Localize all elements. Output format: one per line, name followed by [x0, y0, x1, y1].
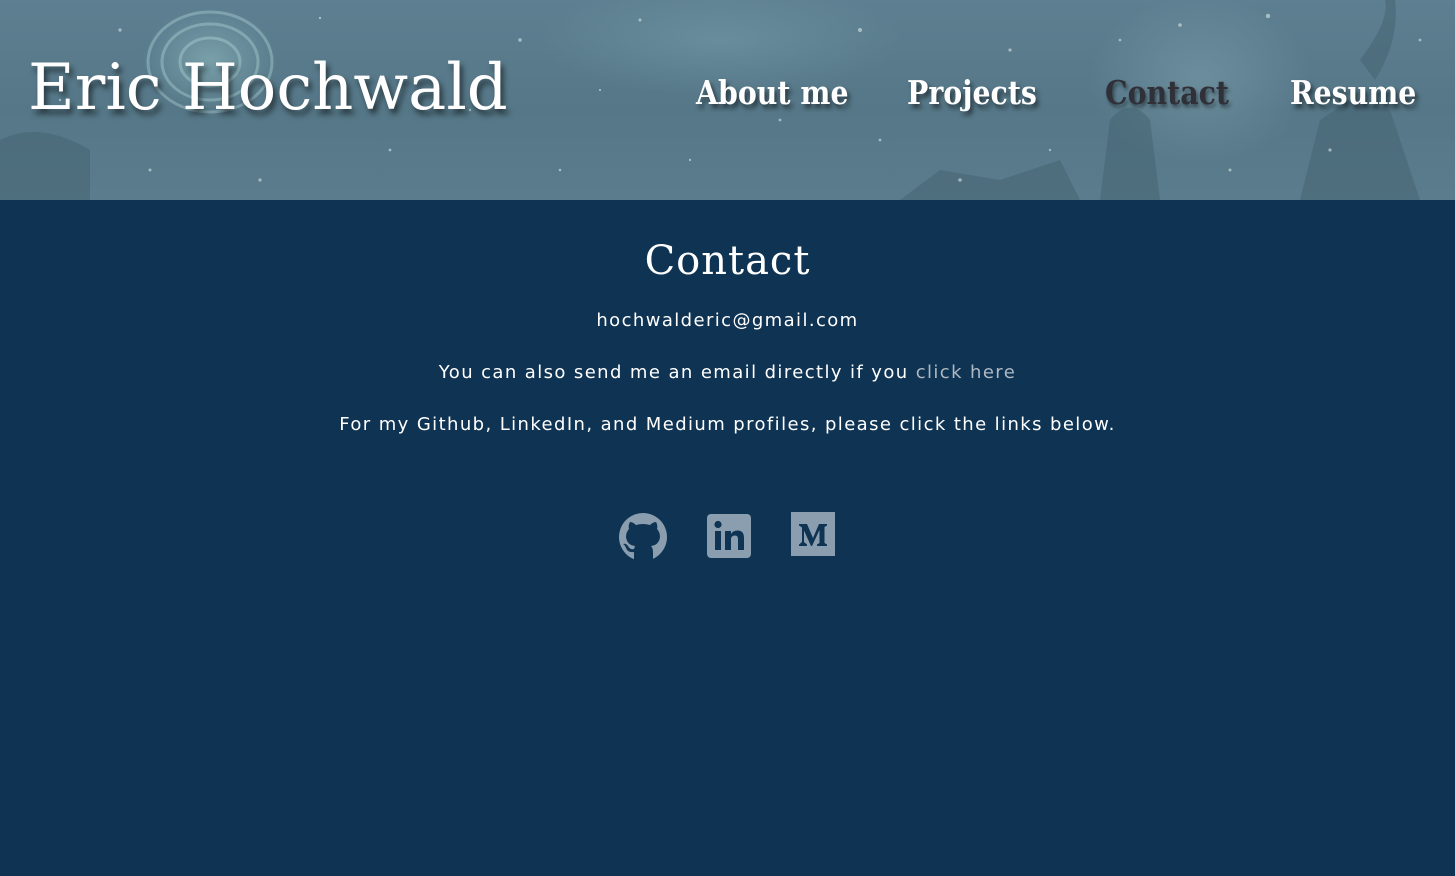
linkedin-icon	[707, 514, 751, 558]
profiles-text: For my Github, LinkedIn, and Medium prof…	[339, 414, 1116, 435]
send-email-text: You can also send me an email directly i…	[0, 361, 1455, 385]
click-here-link[interactable]: click here	[916, 362, 1017, 383]
medium-icon	[791, 512, 835, 556]
nav-projects[interactable]: Projects	[907, 70, 1037, 116]
email-address: hochwalderic@gmail.com	[596, 310, 859, 331]
nav-contact[interactable]: Contact	[1105, 70, 1229, 116]
medium-link[interactable]	[791, 512, 839, 562]
contact-section: Contact hochwalderic@gmail.com You can a…	[0, 200, 1455, 876]
nav-resume[interactable]: Resume	[1290, 70, 1416, 116]
site-header: Eric Hochwald About me Projects Contact …	[0, 0, 1455, 200]
site-title[interactable]: Eric Hochwald	[28, 48, 508, 128]
send-email-label: You can also send me an email directly i…	[438, 362, 909, 383]
github-link[interactable]	[618, 512, 667, 562]
linkedin-link[interactable]	[706, 512, 754, 562]
github-icon	[619, 513, 667, 561]
page-title: Contact	[644, 238, 811, 284]
nav-about-me[interactable]: About me	[696, 70, 849, 116]
